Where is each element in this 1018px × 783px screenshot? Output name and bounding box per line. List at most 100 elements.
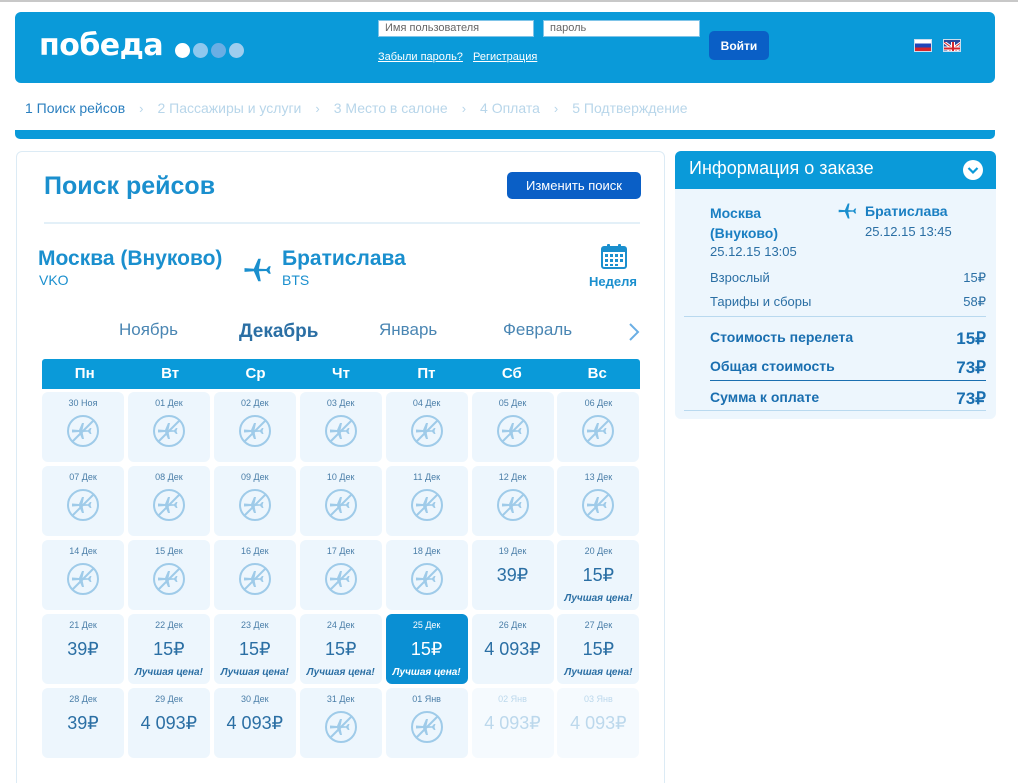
username-input[interactable]: Имя пользователя [378, 20, 534, 37]
calendar-day-cell: 07 Дек [42, 466, 124, 536]
step-separator: › [461, 100, 467, 116]
logo-dots [175, 43, 244, 58]
step-separator: › [553, 100, 559, 116]
fees-label: Тарифы и сборы [710, 294, 812, 309]
month-tab-january[interactable]: Январь [379, 320, 437, 340]
calendar-day-cell: 02 Дек [213, 392, 296, 462]
english-flag-icon[interactable] [943, 39, 961, 52]
calendar-day-cell[interactable]: 24 Дек 15₽ Лучшая цена! [299, 614, 382, 684]
fees-row: Тарифы и сборы 58₽ [710, 294, 986, 310]
no-flight-icon [410, 489, 443, 521]
calendar-day-cell: 05 Дек [471, 392, 554, 462]
best-price-label: Лучшая цена! [564, 667, 633, 678]
month-tab-february[interactable]: Февраль [503, 320, 572, 340]
no-flight-icon [324, 711, 357, 743]
day-date: 07 Дек [69, 472, 97, 482]
step-payment: 4 Оплата [480, 100, 540, 116]
adult-fare-row: Взрослый 15₽ [710, 270, 986, 286]
logo[interactable]: победа [39, 28, 164, 63]
logo-dot [175, 43, 190, 58]
chevron-down-icon[interactable] [963, 160, 983, 180]
calendar-day-cell[interactable]: 21 Дек 39₽ [42, 614, 124, 684]
day-date: 01 Дек [155, 398, 183, 408]
destination-city: Братислава [282, 247, 406, 270]
step-confirmation: 5 Подтверждение [572, 100, 688, 116]
day-date: 09 Дек [241, 472, 269, 482]
calendar-day-cell[interactable]: 20 Дек 15₽ Лучшая цена! [557, 540, 640, 610]
divider [44, 222, 640, 224]
steps-bar [15, 130, 995, 139]
day-date: 22 Дек [155, 620, 183, 630]
calendar-day-cell[interactable]: 25 Дек 15₽ Лучшая цена! [385, 614, 468, 684]
calendar-day-cell: 08 Дек [127, 466, 210, 536]
chevron-right-icon[interactable] [627, 322, 641, 342]
uk-flag-icon [944, 40, 960, 51]
day-price: 15₽ [239, 639, 271, 659]
adult-fare-label: Взрослый [710, 270, 770, 285]
day-date: 20 Дек [584, 546, 613, 556]
weekday-label: Вт [161, 365, 180, 382]
day-date: 16 Дек [241, 546, 269, 556]
calendar-day-cell: 31 Дек [299, 688, 382, 758]
calendar-day-cell[interactable]: 02 Янв 4 093₽ [471, 688, 554, 758]
no-flight-icon [496, 489, 529, 521]
calendar-day-cell[interactable]: 23 Дек 15₽ Лучшая цена! [213, 614, 296, 684]
calendar-day-cell[interactable]: 29 Дек 4 093₽ [127, 688, 210, 758]
calendar-day-cell: 11 Дек [385, 466, 468, 536]
day-price: 39₽ [496, 565, 529, 585]
calendar-day-cell[interactable]: 03 Янв 4 093₽ [557, 688, 640, 758]
day-date: 05 Дек [498, 398, 527, 408]
step-separator: › [139, 100, 144, 116]
calendar-day-cell[interactable]: 26 Дек 4 093₽ [471, 614, 554, 684]
order-arrival-time: 25.12.15 13:45 [865, 224, 952, 239]
calendar-day-cell: 17 Дек [299, 540, 382, 610]
calendar-day-cell[interactable]: 27 Дек 15₽ Лучшая цена! [557, 614, 640, 684]
order-destination: Братислава [865, 203, 948, 219]
divider [684, 316, 986, 317]
logo-dot [193, 43, 208, 58]
calendar-day-cell: 12 Дек [471, 466, 554, 536]
calendar-day-cell[interactable]: 22 Дек 15₽ Лучшая цена! [127, 614, 210, 684]
destination-code: BTS [282, 272, 310, 288]
day-price: 15₽ [582, 565, 615, 585]
calendar-day-cell[interactable]: 30 Дек 4 093₽ [213, 688, 296, 758]
no-flight-icon [238, 415, 271, 447]
no-flight-icon [582, 489, 615, 521]
fees-value: 58₽ [963, 294, 986, 309]
calendar-day-cell: 13 Дек [557, 466, 640, 536]
day-date: 03 Дек [326, 398, 355, 408]
russian-flag-icon[interactable] [914, 39, 932, 52]
day-date: 28 Дек [69, 694, 97, 704]
calendar-day-cell[interactable]: 28 Дек 39₽ [42, 688, 124, 758]
day-price: 39₽ [67, 713, 99, 733]
calendar-day-cell[interactable]: 19 Дек 39₽ [471, 540, 554, 610]
password-input[interactable]: пароль [543, 20, 700, 37]
order-info-title: Информация о заказе [689, 158, 874, 178]
best-price-label: Лучшая цена! [134, 667, 203, 678]
day-date: 27 Дек [584, 620, 613, 630]
month-tab-november[interactable]: Ноябрь [119, 320, 178, 340]
flight-cost-label: Стоимость перелета [710, 329, 854, 345]
no-flight-icon [67, 489, 99, 521]
day-date: 24 Дек [326, 620, 355, 630]
day-price: 4 093₽ [226, 713, 284, 733]
day-date: 18 Дек [412, 546, 441, 556]
origin-city: Москва (Внуково) [38, 247, 223, 270]
login-button[interactable]: Войти [709, 31, 769, 60]
month-tab-december[interactable]: Декабрь [239, 321, 318, 343]
day-date: 11 Дек [413, 472, 441, 482]
step-separator: › [315, 100, 320, 116]
no-flight-icon [238, 489, 271, 521]
calendar-day-cell: 01 Янв [385, 688, 468, 758]
register-link[interactable]: Регистрация [473, 51, 537, 63]
week-view-link[interactable]: Неделя [589, 274, 637, 289]
calendar-icon[interactable] [601, 243, 627, 269]
order-origin: Москва (Внуково) [710, 203, 778, 243]
step-search[interactable]: 1 Поиск рейсов [25, 100, 125, 116]
day-price: 4 093₽ [570, 713, 627, 733]
forgot-password-link[interactable]: Забыли пароль? [378, 51, 463, 63]
no-flight-icon [67, 563, 99, 595]
no-flight-icon [496, 415, 529, 447]
day-price: 15₽ [153, 639, 185, 659]
change-search-button[interactable]: Изменить поиск [507, 172, 641, 199]
